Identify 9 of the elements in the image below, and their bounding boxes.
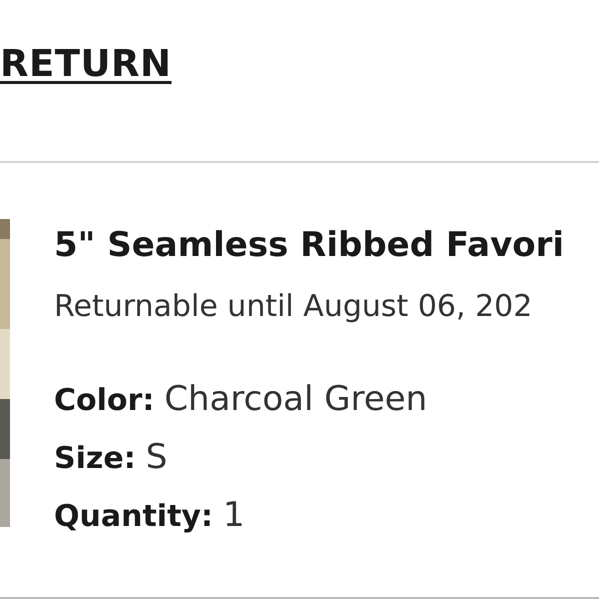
attribute-label: Size: <box>54 440 136 478</box>
attribute-label: Quantity: <box>54 498 213 536</box>
attribute-value: S <box>146 436 168 479</box>
attribute-label: Color: <box>54 382 154 420</box>
return-deadline: Returnable until August 06, 202 <box>54 289 534 325</box>
return-link[interactable]: RETURN <box>0 42 172 85</box>
product-title: 5" Seamless Ribbed Favori <box>54 225 564 265</box>
attribute-value: 1 <box>222 494 245 537</box>
attribute-value: Charcoal Green <box>164 378 428 421</box>
